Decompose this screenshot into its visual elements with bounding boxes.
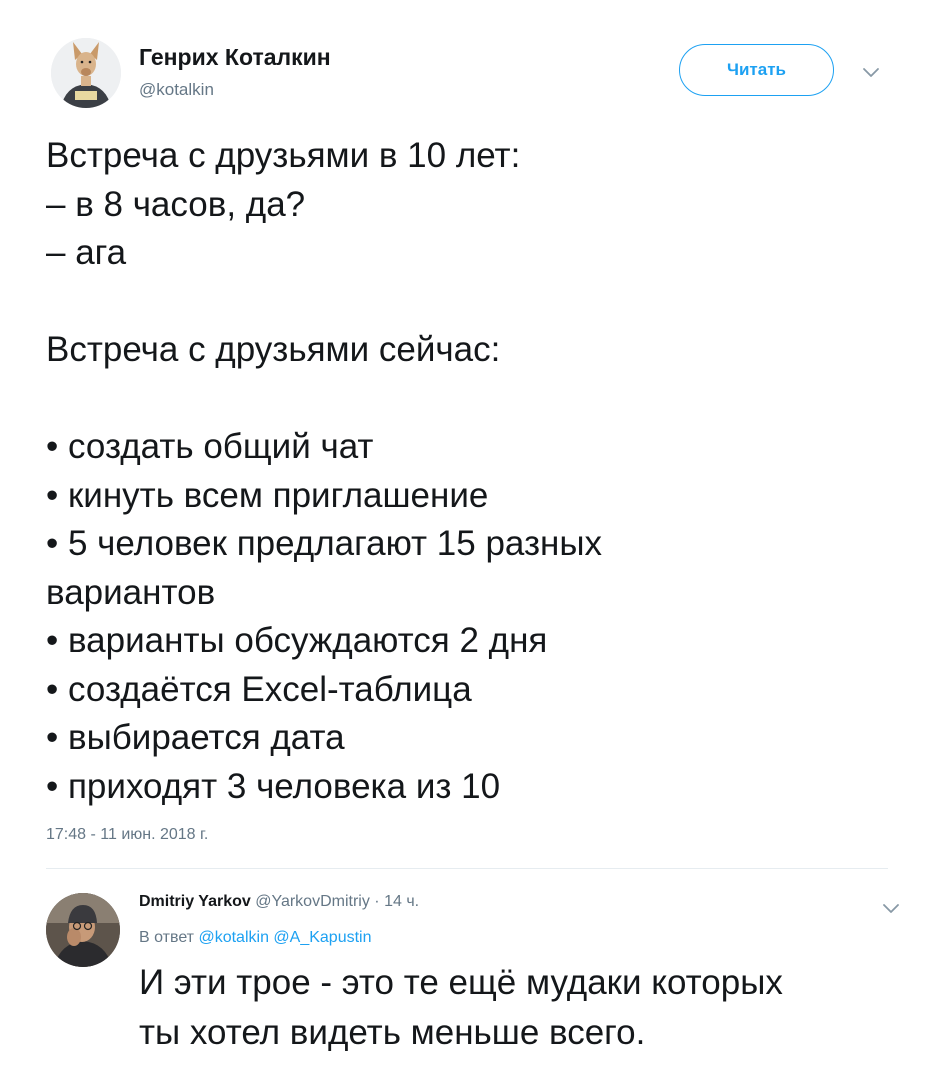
reply-time[interactable]: · 14 ч. bbox=[374, 893, 419, 910]
reply-to-line: В ответ @kotalkin @A_Kapustin bbox=[139, 929, 372, 947]
author-name[interactable]: Генрих Коталкин bbox=[139, 44, 331, 71]
reply-text: И эти трое - это те ещё мудаки которых т… bbox=[139, 958, 919, 1058]
mention-link[interactable]: @A_Kapustin bbox=[273, 929, 371, 946]
reply-line: И эти трое - это те ещё мудаки которых bbox=[139, 963, 783, 1002]
reply-header: Dmitriy Yarkov @YarkovDmitriy · 14 ч. bbox=[139, 893, 419, 911]
tweet-line: • выбирается дата bbox=[46, 718, 345, 757]
tweet-line: – в 8 часов, да? bbox=[46, 184, 306, 224]
tweet-line: • 5 человек предлагают 15 разных bbox=[46, 524, 603, 563]
reply-author-name[interactable]: Dmitriy Yarkov bbox=[139, 893, 251, 910]
author-handle[interactable]: @kotalkin bbox=[139, 80, 214, 100]
chevron-down-icon[interactable] bbox=[862, 65, 880, 77]
tweet-line: Встреча с друзьями сейчас: bbox=[46, 330, 501, 369]
mention-link[interactable]: @kotalkin bbox=[198, 929, 269, 946]
divider bbox=[46, 868, 888, 869]
user-avatar-icon bbox=[46, 893, 120, 967]
tweet-text: Встреча с друзьями в 10 лет: – в 8 часов… bbox=[46, 132, 906, 811]
reply-author-handle[interactable]: @YarkovDmitriy bbox=[255, 893, 370, 910]
tweet-line: • приходят 3 человека из 10 bbox=[46, 766, 501, 806]
follow-button[interactable]: Читать bbox=[679, 44, 834, 96]
tweet-line: • кинуть всем приглашение bbox=[46, 475, 489, 515]
dog-avatar-icon bbox=[51, 38, 121, 108]
reply-avatar[interactable] bbox=[46, 893, 120, 967]
chevron-down-icon[interactable] bbox=[882, 901, 900, 913]
tweet-line: вариантов bbox=[46, 572, 216, 612]
reply-line: ты хотел видеть меньше всего. bbox=[139, 1013, 646, 1052]
tweet-timestamp[interactable]: 17:48 - 11 июн. 2018 г. bbox=[46, 826, 208, 844]
tweet-line: • создаётся Excel-таблица bbox=[46, 669, 472, 709]
reply-to-prefix: В ответ bbox=[139, 929, 195, 946]
tweet-line: Встреча с друзьями в 10 лет: bbox=[46, 136, 521, 175]
tweet-line: – ага bbox=[46, 233, 127, 272]
tweet-line: • варианты обсуждаются 2 дня bbox=[46, 621, 548, 660]
tweet-line: • создать общий чат bbox=[46, 427, 374, 466]
author-avatar[interactable] bbox=[51, 38, 121, 108]
